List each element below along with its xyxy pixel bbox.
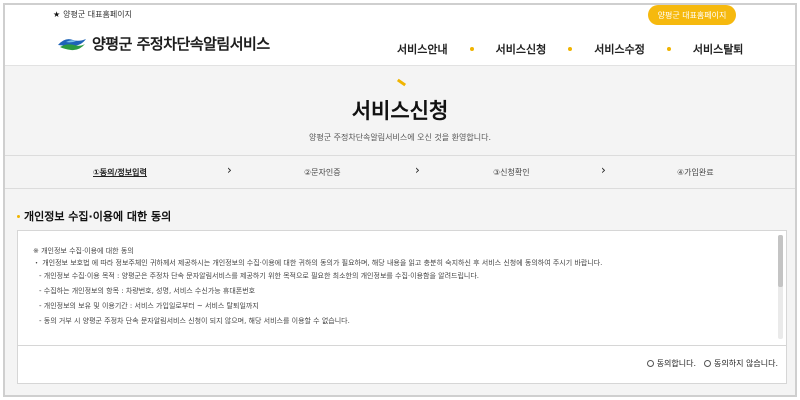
top-home-link-label: 양평군 대표홈페이지 (63, 10, 132, 19)
step-consent-info: ①동의/정보입력 (93, 168, 147, 177)
consent-options: 동의합니다. 동의하지 않습니다. (17, 346, 787, 384)
step-confirm: ③신청확인 (493, 168, 530, 177)
notice-item: - 개인정보의 보유 및 이용기간 : 서비스 가입일로부터 ~ 서비스 탈퇴일… (39, 302, 259, 310)
nav-separator-dot (469, 47, 474, 51)
step-sms-auth: ②문자인증 (304, 168, 341, 177)
nav-separator-dot (568, 47, 573, 51)
step-indicator: ①동의/정보입력 › ②문자인증 › ③신청확인 › ④가입완료 (5, 155, 795, 189)
agree-label: 동의합니다. (656, 359, 697, 368)
consent-radio-group: 동의합니다. 동의하지 않습니다. (646, 358, 778, 369)
agree-radio[interactable] (646, 360, 654, 367)
nav-separator-dot (666, 47, 671, 51)
scroll-thumb[interactable] (778, 235, 783, 287)
disagree-label: 동의하지 않습니다. (714, 359, 778, 368)
step-complete: ④가입완료 (677, 168, 714, 177)
title-decoration (396, 78, 407, 87)
top-home-link[interactable]: ★ 양평군 대표홈페이지 (53, 9, 132, 20)
notice-heading: ※ 개인정보 수집·이용에 대한 동의 (33, 247, 134, 255)
privacy-notice-box: ※ 개인정보 수집·이용에 대한 동의 ・ 개인정보 보호법 에 따라 정보주체… (17, 230, 787, 346)
header: ★ 양평군 대표홈페이지 양평군 대표홈페이지 양평군 주정차단속알림서비스 서… (5, 5, 795, 66)
chevron-right-icon: › (601, 163, 606, 177)
section-title: 개인정보 수집·이용에 대한 동의 (17, 208, 171, 224)
logo-text: 양평군 주정차단속알림서비스 (92, 35, 270, 53)
yangpyeong-logo-icon (58, 38, 86, 50)
chevron-right-icon: › (227, 163, 232, 177)
privacy-notice-content: ※ 개인정보 수집·이용에 대한 동의 ・ 개인정보 보호법 에 따라 정보주체… (33, 245, 773, 329)
home-page-button[interactable]: 양평군 대표홈페이지 (648, 5, 736, 25)
notice-item: - 동의 거부 시 양평군 주정차 단속 문자알림서비스 신청이 되지 않으며,… (39, 317, 350, 325)
page-title: 서비스신청 (351, 99, 449, 123)
page-frame: ★ 양평군 대표홈페이지 양평군 대표홈페이지 양평군 주정차단속알림서비스 서… (3, 3, 797, 397)
star-icon: ★ (53, 10, 61, 19)
disagree-radio[interactable] (704, 360, 712, 367)
notice-scrollbar[interactable] (778, 235, 783, 339)
nav-service-edit[interactable]: 서비스수정 (594, 41, 645, 57)
bullet-dot (17, 214, 20, 218)
logo[interactable]: 양평군 주정차단속알림서비스 (57, 33, 270, 54)
disagree-option[interactable]: 동의하지 않습니다. (704, 358, 778, 369)
chevron-right-icon: › (415, 163, 420, 177)
notice-item: - 수집하는 개인정보의 항목 : 차량번호, 성명, 서비스 수신가능 휴대폰… (39, 287, 256, 295)
agree-option[interactable]: 동의합니다. (646, 358, 697, 369)
main-nav: 서비스안내 서비스신청 서비스수정 서비스탈퇴 (397, 41, 743, 57)
nav-service-apply[interactable]: 서비스신청 (496, 41, 547, 57)
section-title-text: 개인정보 수집·이용에 대한 동의 (24, 210, 172, 223)
page-subtitle: 양평군 주정차단속알림서비스에 오신 것을 환영합니다. (309, 133, 491, 142)
nav-service-withdraw[interactable]: 서비스탈퇴 (693, 41, 744, 57)
notice-item: - 개인정보 수집·이용 목적 : 양평군은 주정차 단속 문자알림서비스를 제… (39, 272, 479, 280)
notice-intro: ・ 개인정보 보호법 에 따라 정보주체인 귀하께서 제공하시는 개인정보의 수… (33, 259, 603, 267)
nav-service-info[interactable]: 서비스안내 (397, 41, 448, 57)
